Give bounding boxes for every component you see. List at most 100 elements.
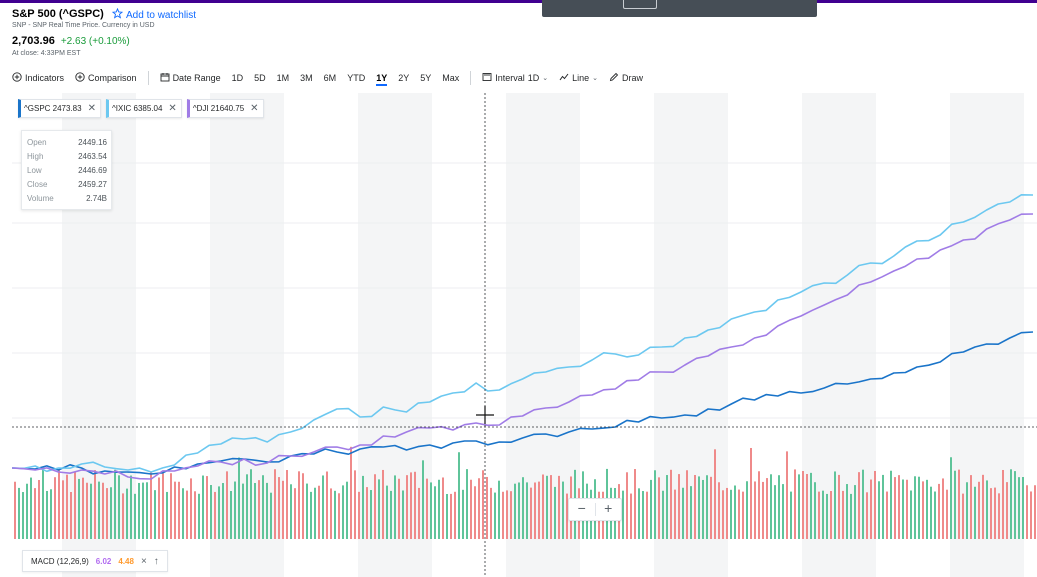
range-2y[interactable]: 2Y — [398, 73, 409, 83]
volume-bar — [370, 490, 372, 539]
volume-bar — [490, 487, 492, 539]
volume-bar — [798, 474, 800, 539]
macd-indicator-bar[interactable]: MACD (12,26,9) 6.02 4.48 × ↑ — [22, 550, 168, 572]
volume-bar — [406, 475, 408, 539]
volume-bar — [1010, 469, 1012, 539]
volume-bar — [658, 477, 660, 539]
volume-bar — [782, 484, 784, 539]
range-1d[interactable]: 1D — [232, 73, 244, 83]
volume-bar — [286, 470, 288, 539]
legend-gspc[interactable]: ^GSPC 2473.83 ✕ — [18, 99, 101, 118]
comparison-label: Comparison — [88, 73, 137, 83]
date-range-label: Date Range — [172, 73, 221, 83]
close-icon[interactable]: ✕ — [168, 103, 176, 114]
ohlc-value: 2463.54 — [78, 151, 107, 161]
volume-bar — [686, 470, 688, 539]
indicators-button[interactable]: Indicators — [12, 72, 64, 84]
volume-bar — [898, 475, 900, 539]
volume-bar — [422, 460, 424, 539]
ohlc-value: 2446.69 — [78, 165, 107, 175]
volume-bar — [498, 480, 500, 539]
volume-bar — [134, 493, 136, 539]
volume-bar — [106, 488, 108, 539]
volume-bar — [1034, 485, 1036, 539]
zoom-in-button[interactable]: + — [596, 499, 622, 520]
add-to-watchlist-button[interactable]: Add to watchlist — [111, 7, 196, 22]
volume-bar — [102, 482, 104, 539]
range-5y[interactable]: 5Y — [420, 73, 431, 83]
volume-bar — [390, 490, 392, 539]
volume-bar — [934, 491, 936, 539]
range-ytd[interactable]: YTD — [347, 73, 365, 83]
volume-bar — [114, 469, 116, 539]
close-note: At close: 4:33PM EST — [12, 50, 81, 57]
legend-ixic[interactable]: ^IXIC 6385.04 ✕ — [105, 99, 182, 118]
volume-bar — [206, 476, 208, 539]
volume-bar — [878, 481, 880, 539]
zoom-out-button[interactable]: − — [569, 499, 595, 520]
volume-bar — [774, 485, 776, 539]
range-1y[interactable]: 1Y — [376, 73, 388, 86]
comparison-button[interactable]: Comparison — [75, 72, 137, 84]
volume-bar — [462, 489, 464, 539]
volume-bar — [126, 488, 128, 539]
volume-bar — [142, 482, 144, 539]
date-range-button[interactable]: Date Range — [160, 72, 221, 84]
volume-bar — [810, 472, 812, 539]
volume-bar — [1014, 471, 1016, 539]
price-change: +2.63 (+0.10%) — [60, 36, 130, 47]
volume-bar — [226, 471, 228, 539]
volume-bar — [218, 486, 220, 539]
volume-bar — [1006, 482, 1008, 539]
volume-bar — [894, 477, 896, 539]
chart-type-dropdown[interactable]: Line ⌄ — [559, 72, 598, 84]
volume-bar — [858, 472, 860, 539]
volume-bar — [486, 476, 488, 539]
volume-bar — [814, 482, 816, 539]
volume-bar — [314, 487, 316, 539]
volume-bar — [98, 481, 100, 539]
volume-bar — [790, 491, 792, 539]
volume-bar — [550, 475, 552, 539]
ohlc-key: Volume — [27, 193, 54, 203]
volume-bar — [246, 474, 248, 539]
volume-bar — [522, 477, 524, 539]
volume-bar — [282, 480, 284, 539]
volume-bar — [642, 491, 644, 539]
volume-bar — [426, 478, 428, 539]
volume-bar — [994, 487, 996, 539]
arrow-up-icon[interactable]: ↑ — [154, 556, 159, 567]
volume-bar — [542, 474, 544, 539]
close-icon[interactable]: ✕ — [250, 103, 258, 114]
volume-bar — [278, 477, 280, 539]
volume-bar — [930, 486, 932, 539]
volume-bar — [926, 479, 928, 539]
brand-bar — [0, 0, 1037, 3]
ohlc-open-row: Open 2449.16 — [27, 135, 107, 149]
interval-dropdown[interactable]: Interval 1D ⌄ — [482, 72, 548, 84]
chevron-down-icon: ⌄ — [542, 75, 549, 82]
range-5d[interactable]: 5D — [254, 73, 266, 83]
volume-bar — [826, 493, 828, 539]
price-chart[interactable] — [12, 93, 1037, 577]
volume-bar — [730, 489, 732, 539]
ohlc-close-row: Close 2459.27 — [27, 177, 107, 191]
draw-button[interactable]: Draw — [609, 72, 643, 84]
volume-bar — [354, 470, 356, 539]
volume-bar — [170, 473, 172, 539]
range-1m[interactable]: 1M — [277, 73, 290, 83]
close-icon[interactable]: × — [141, 556, 147, 567]
range-6m[interactable]: 6M — [324, 73, 337, 83]
close-icon[interactable]: ✕ — [88, 103, 96, 114]
legend-dji[interactable]: ^DJI 21640.75 ✕ — [186, 99, 264, 118]
volume-bar — [654, 470, 656, 539]
volume-bar — [974, 486, 976, 539]
volume-bar — [258, 480, 260, 539]
range-3m[interactable]: 3M — [300, 73, 313, 83]
volume-bar — [194, 491, 196, 539]
overlay-handle[interactable] — [623, 0, 657, 9]
volume-bar — [118, 475, 120, 539]
volume-bar — [274, 469, 276, 539]
volume-bar — [138, 482, 140, 539]
range-max[interactable]: Max — [442, 73, 459, 83]
